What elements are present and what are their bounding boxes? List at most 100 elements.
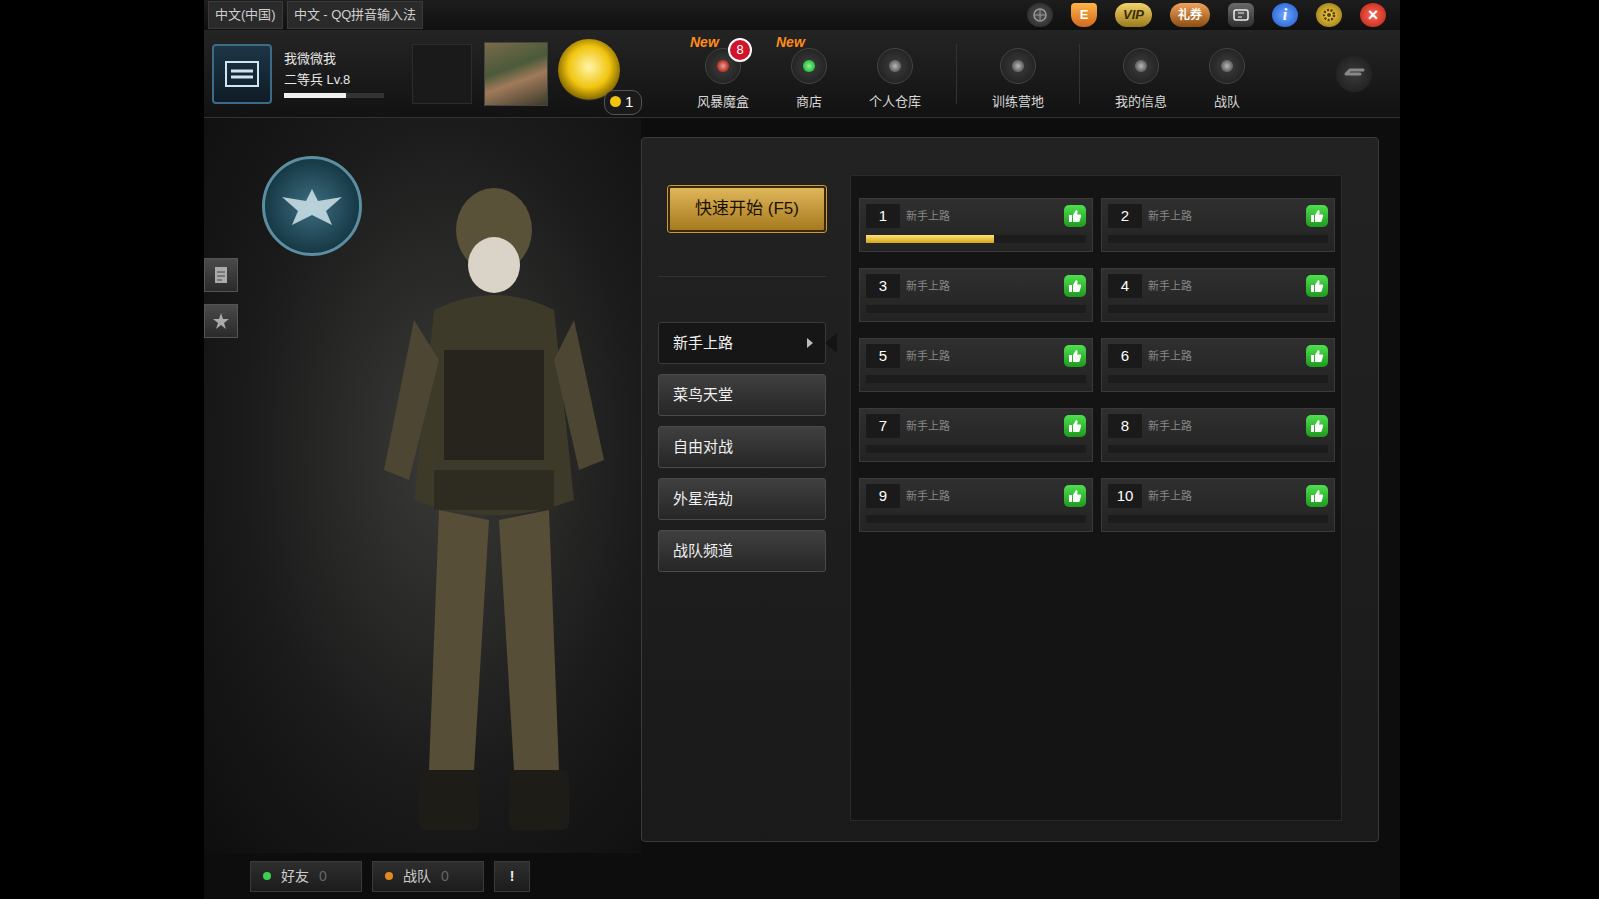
- room-progress: [866, 305, 1086, 313]
- badge-label: E: [1080, 5, 1089, 25]
- badge-icon[interactable]: E: [1071, 3, 1097, 27]
- channel-button[interactable]: 菜鸟天堂: [658, 374, 826, 416]
- nav-light: [1012, 60, 1024, 72]
- channel-button[interactable]: 自由对战: [658, 426, 826, 468]
- room-mode: 新手上路: [1148, 278, 1192, 295]
- room-number: 8: [1108, 414, 1142, 438]
- alert-label: !: [510, 866, 515, 887]
- lobby-area: 好友0战队0!快速开始 (F5)新手上路菜鸟天堂自由对战外星浩劫战队频道1新手上…: [204, 118, 1400, 899]
- nav-label: 风暴魔盒: [697, 92, 749, 112]
- thumbs-up-icon: [1064, 485, 1086, 507]
- pillalt-icon[interactable]: 礼券: [1170, 3, 1210, 27]
- nav-light: [1135, 60, 1147, 72]
- pill-icon[interactable]: VIP: [1115, 3, 1152, 27]
- menu-button[interactable]: [212, 44, 272, 104]
- new-tag: New: [690, 32, 719, 53]
- nav-separator: [1079, 44, 1080, 104]
- nav-button[interactable]: [1123, 48, 1159, 84]
- notification-badge: 8: [728, 38, 752, 62]
- system-bar: 中文(中国)中文 - QQ拼音输入法 E VIP 礼券 i ×: [204, 0, 1400, 30]
- room-card[interactable]: 9 新手上路: [859, 478, 1093, 532]
- room-header: 5 新手上路: [866, 344, 1086, 368]
- room-mode: 新手上路: [906, 348, 950, 365]
- nav-button[interactable]: [877, 48, 913, 84]
- nav-item[interactable]: 个人仓库: [852, 36, 938, 112]
- channel-button[interactable]: 新手上路: [658, 322, 826, 364]
- nav-button[interactable]: [791, 48, 827, 84]
- room-progress: [866, 445, 1086, 453]
- room-card[interactable]: 4 新手上路: [1101, 268, 1335, 322]
- gear-icon[interactable]: [1316, 3, 1342, 27]
- social-button[interactable]: 战队0: [372, 861, 484, 892]
- room-card[interactable]: 10新手上路: [1101, 478, 1335, 532]
- room-number: 4: [1108, 274, 1142, 298]
- nav-label: 战队: [1214, 92, 1240, 112]
- room-mode: 新手上路: [906, 488, 950, 505]
- notes-icon[interactable]: [204, 258, 238, 292]
- nav-item[interactable]: New8风暴魔盒: [680, 36, 766, 112]
- close-icon[interactable]: ×: [1360, 3, 1386, 27]
- nav-button[interactable]: [1000, 48, 1036, 84]
- thumbs-up-icon: [1064, 275, 1086, 297]
- room-header: 10新手上路: [1108, 484, 1328, 508]
- nav-label: 我的信息: [1115, 92, 1167, 112]
- nav-light: [803, 60, 815, 72]
- room-card[interactable]: 1新手上路: [859, 198, 1093, 252]
- character-column: 好友0 战队0!: [204, 118, 641, 899]
- close-label: ×: [1368, 6, 1379, 24]
- star-icon[interactable]: [204, 304, 238, 338]
- room-number: 6: [1108, 344, 1142, 368]
- ime-label[interactable]: 中文 - QQ拼音输入法: [287, 1, 424, 29]
- room-mode: 新手上路: [906, 418, 950, 435]
- room-header: 2新手上路: [1108, 204, 1328, 228]
- player-rank: 二等兵 Lv.8: [284, 70, 400, 91]
- player-avatar[interactable]: [484, 42, 548, 106]
- room-progress: [866, 375, 1086, 383]
- nav-label: 训练营地: [992, 92, 1044, 112]
- ticket-icon[interactable]: [1228, 3, 1254, 27]
- thumbs-up-icon: [1064, 345, 1086, 367]
- channel-button[interactable]: 战队频道: [658, 530, 826, 572]
- globe-icon[interactable]: [1027, 3, 1053, 27]
- new-tag: New: [776, 32, 805, 53]
- room-card[interactable]: 6 新手上路: [1101, 338, 1335, 392]
- nav-item[interactable]: 我的信息: [1098, 36, 1184, 112]
- room-card[interactable]: 2新手上路: [1101, 198, 1335, 252]
- room-panel: 快速开始 (F5)新手上路菜鸟天堂自由对战外星浩劫战队频道1新手上路2新手上路3…: [641, 137, 1379, 842]
- coin-count: 1: [604, 90, 642, 115]
- arrow-icon: [807, 338, 813, 348]
- game-window: 中文(中国)中文 - QQ拼音输入法EVIP礼券i×我微微我二等兵 Lv.81N…: [204, 0, 1400, 899]
- room-card[interactable]: 7新手上路: [859, 408, 1093, 462]
- channel-label: 战队频道: [673, 540, 733, 563]
- room-progress: [1108, 515, 1328, 523]
- thumbs-up-icon: [1306, 485, 1328, 507]
- quick-start-button[interactable]: 快速开始 (F5): [668, 186, 826, 232]
- nav-item[interactable]: New商店: [766, 36, 852, 112]
- pill-label: VIP: [1123, 5, 1144, 25]
- room-card[interactable]: 5 新手上路: [859, 338, 1093, 392]
- room-progress: [1108, 305, 1328, 313]
- character-art: [204, 118, 641, 853]
- back-icon[interactable]: [1336, 56, 1372, 92]
- nav-item[interactable]: 战队: [1184, 36, 1270, 112]
- room-number: 5: [866, 344, 900, 368]
- room-card[interactable]: 3新手上路: [859, 268, 1093, 322]
- system-icons: E VIP 礼券 i ×: [1009, 3, 1386, 27]
- ime-label[interactable]: 中文(中国): [208, 1, 283, 29]
- channel-label: 外星浩劫: [673, 488, 733, 511]
- nav-button[interactable]: [1209, 48, 1245, 84]
- room-progress: [1108, 375, 1328, 383]
- room-mode: 新手上路: [1148, 348, 1192, 365]
- nav-item[interactable]: 训练营地: [975, 36, 1061, 112]
- social-label: 战队: [403, 866, 431, 887]
- room-number: 1: [866, 204, 900, 228]
- empty-slot[interactable]: [412, 44, 472, 104]
- room-card[interactable]: 8新手上路: [1101, 408, 1335, 462]
- info-icon[interactable]: i: [1272, 3, 1298, 27]
- social-button[interactable]: 好友0: [250, 861, 362, 892]
- team-emblem-icon[interactable]: [262, 156, 362, 256]
- alert-button[interactable]: !: [494, 861, 530, 892]
- xp-fill: [284, 93, 346, 98]
- room-number: 9: [866, 484, 900, 508]
- channel-button[interactable]: 外星浩劫: [658, 478, 826, 520]
